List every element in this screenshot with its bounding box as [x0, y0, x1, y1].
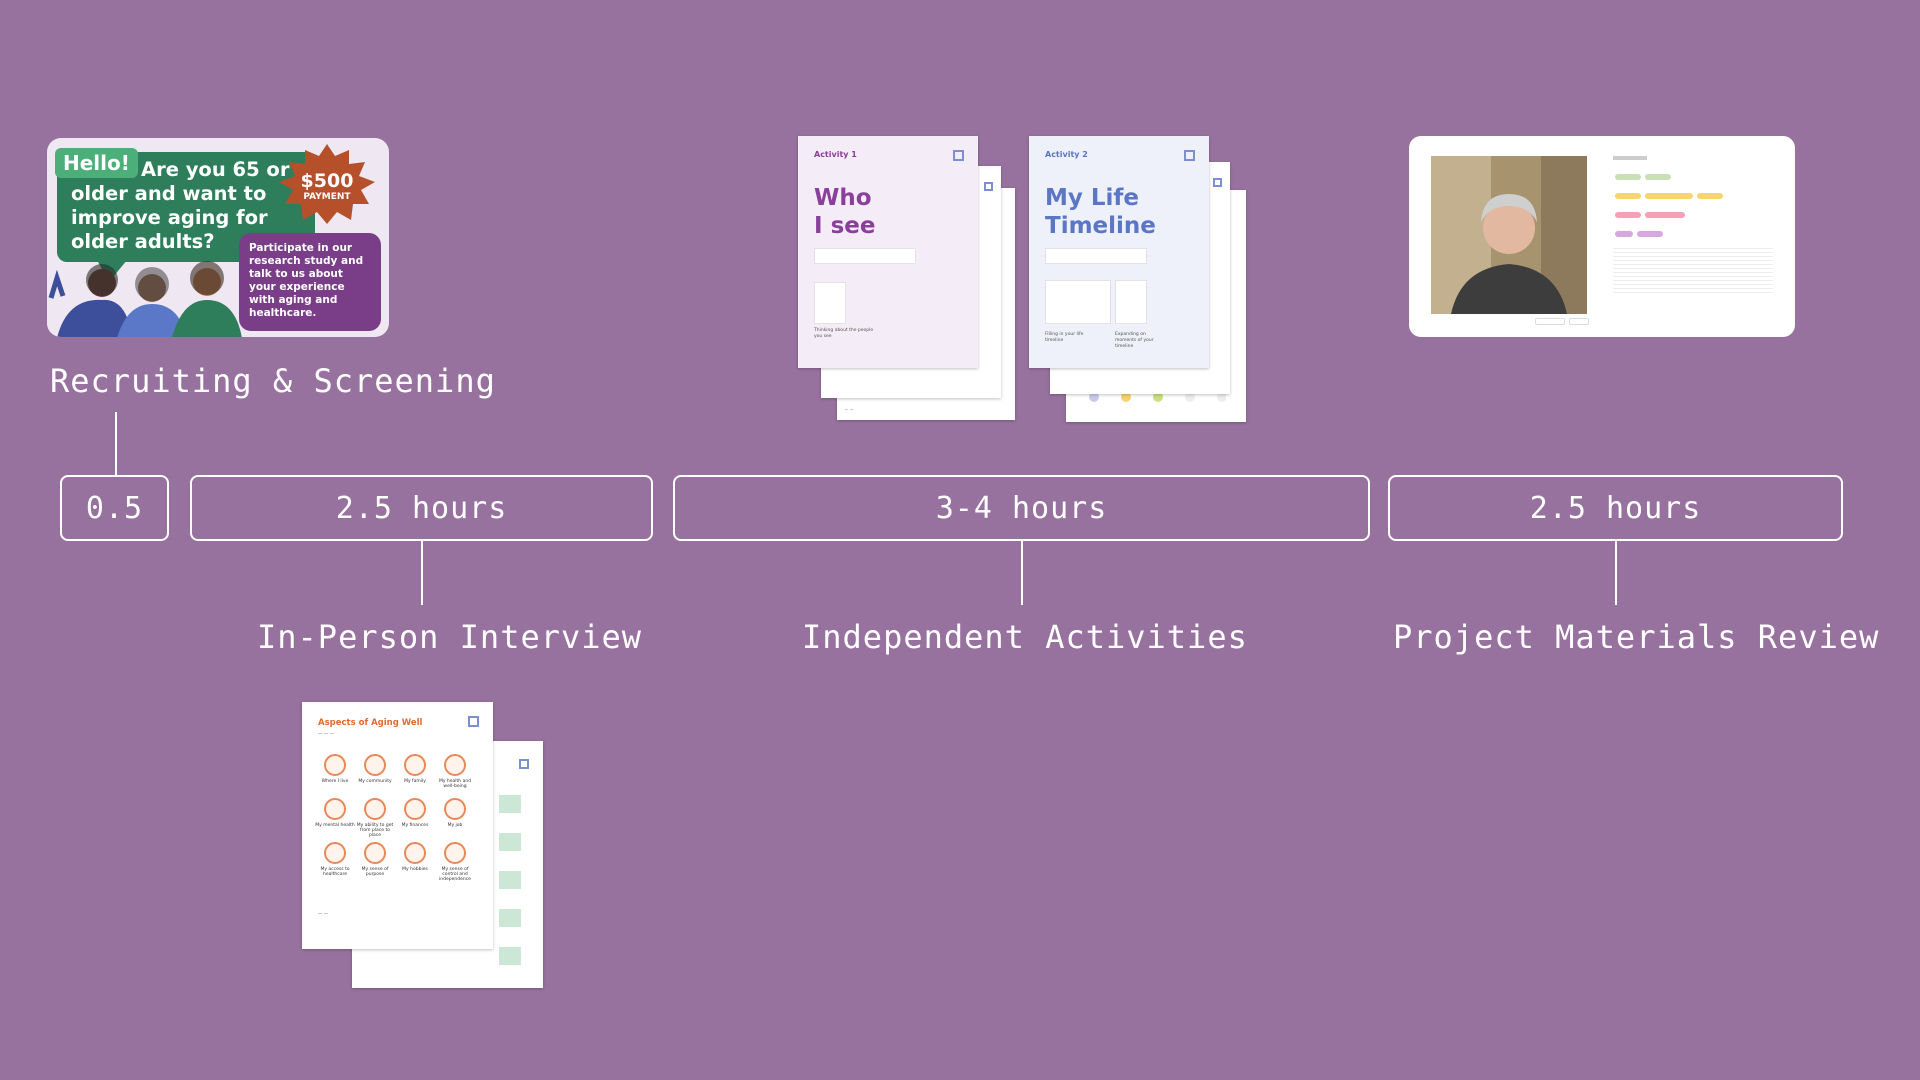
recruiting-label: Recruiting & Screening	[50, 362, 496, 400]
aging-item-label: My mental health	[315, 823, 355, 828]
aging-item-label: My health and well-being	[438, 779, 472, 789]
activities-label: Independent Activities	[802, 618, 1248, 656]
aging-item-icon	[404, 754, 426, 776]
aging-item-icon	[324, 798, 346, 820]
activity-thumb	[814, 282, 846, 324]
save-button[interactable]	[1569, 318, 1589, 325]
interview-connector	[421, 541, 423, 605]
aging-item-icon	[404, 842, 426, 864]
aging-item-icon	[444, 798, 466, 820]
duration-box-interview: 2.5 hours	[190, 475, 653, 541]
timeline-thumb	[1115, 280, 1147, 324]
materials-review-panel	[1409, 136, 1795, 337]
metadata-panel	[1613, 156, 1773, 296]
aging-item-label: My access to healthcare	[320, 867, 350, 877]
activity-1-title: Who I see	[814, 185, 876, 239]
aging-item-icon	[444, 754, 466, 776]
aging-item-icon	[444, 842, 466, 864]
activity-2-tag: Activity 2	[1045, 150, 1088, 159]
aging-item-label: My finances	[401, 823, 429, 828]
qr-icon	[1184, 150, 1195, 161]
participant-video	[1431, 156, 1587, 314]
duration-box-review: 2.5 hours	[1388, 475, 1843, 541]
aging-item-label: My family	[404, 779, 426, 784]
activities-connector	[1021, 541, 1023, 605]
duration-box-screening: 0.5	[60, 475, 169, 541]
review-connector	[1615, 541, 1617, 605]
aging-item-label: Where I live	[321, 779, 349, 784]
flyer-invite: Participate in our research study and ta…	[239, 233, 381, 331]
participant-image	[1431, 156, 1587, 314]
duration-box-activities: 3-4 hours	[673, 475, 1370, 541]
activity-1-tag: Activity 1	[814, 150, 857, 159]
activity-2-title: My Life Timeline	[1045, 185, 1156, 239]
interview-label: In-Person Interview	[257, 618, 643, 656]
aging-item-label: My sense of purpose	[361, 867, 389, 877]
aging-item-label: My ability to get from place to place	[356, 823, 394, 838]
aging-item-label: My community	[358, 779, 392, 784]
name-field	[814, 248, 916, 264]
aging-item-icon	[324, 754, 346, 776]
aging-sheet-title: Aspects of Aging Well	[318, 718, 423, 728]
aging-item-label: My hobbies	[402, 867, 428, 872]
aging-item-icon	[364, 842, 386, 864]
aging-item-label: My job	[447, 823, 463, 828]
qr-icon	[468, 716, 479, 727]
aging-sheet: Aspects of Aging Well — — — Where I live…	[302, 702, 493, 949]
payment-label: PAYMENT	[303, 192, 351, 202]
recruiting-connector	[115, 412, 117, 475]
qr-icon	[953, 150, 964, 161]
aging-item-label: My sense of control and independence	[439, 867, 471, 882]
green-icons	[499, 795, 521, 965]
aging-item-icon	[404, 798, 426, 820]
review-label: Project Materials Review	[1393, 618, 1880, 656]
recruiting-flyer: Hello! Are you 65 or older and want to i…	[47, 138, 389, 337]
activity-2-sheet: Activity 2 My Life Timeline Filling in y…	[1029, 136, 1209, 368]
payment-amount: $500	[300, 170, 354, 192]
copy-link-button[interactable]	[1535, 318, 1565, 325]
aging-item-icon	[324, 842, 346, 864]
aging-item-icon	[364, 798, 386, 820]
name-field	[1045, 248, 1147, 264]
aging-item-icon	[364, 754, 386, 776]
activity-1-sheet: Activity 1 Who I see Thinking about the …	[798, 136, 978, 368]
timeline-thumb	[1045, 280, 1111, 324]
